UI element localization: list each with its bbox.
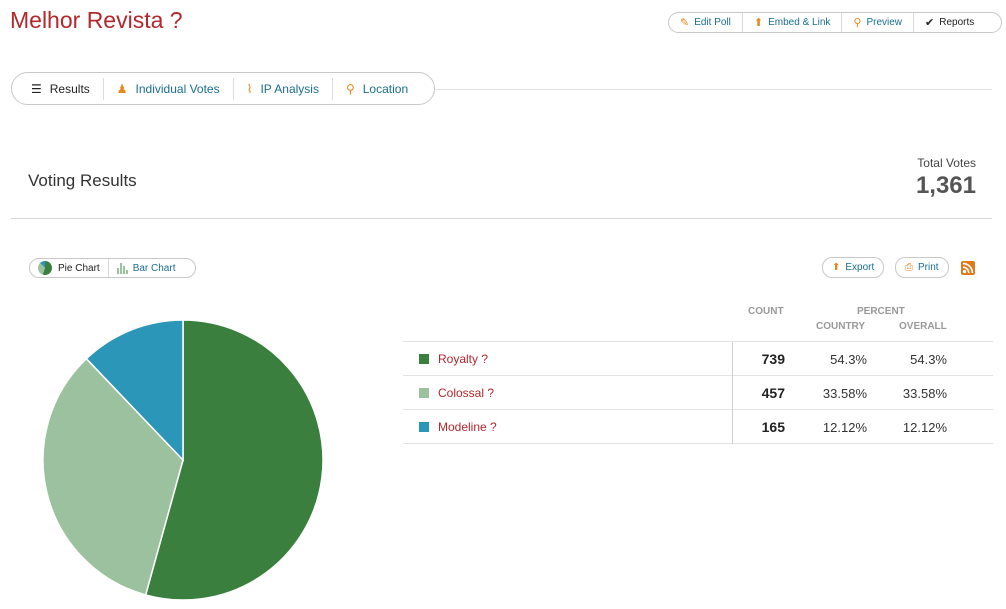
percent-column-header: PERCENT xyxy=(857,306,905,317)
chart-type-toggle: Pie Chart Bar Chart xyxy=(29,258,196,278)
answer-country-percent: 54.3% xyxy=(830,352,867,367)
answer-country-percent: 12.12% xyxy=(822,420,867,435)
table-row: Modeline ? 165 12.12% 12.12% xyxy=(403,410,993,444)
results-table: COUNT PERCENT COUNTRY OVERALL Royalty ? … xyxy=(403,300,993,444)
rss-feed-icon[interactable] xyxy=(961,261,975,275)
count-column-header: COUNT xyxy=(748,306,784,317)
tab-results[interactable]: ☰ Results xyxy=(18,77,104,100)
pie-chart-button[interactable]: Pie Chart xyxy=(30,259,109,277)
total-votes-value: 1,361 xyxy=(915,172,976,199)
tab-results-label: Results xyxy=(49,81,90,96)
section-title: Voting Results xyxy=(28,171,137,190)
embed-link-button[interactable]: ⬆ Embed & Link xyxy=(743,13,843,32)
tabs-divider xyxy=(432,89,992,90)
answer-overall-percent: 54.3% xyxy=(910,352,947,367)
print-label: Print xyxy=(918,262,939,273)
person-icon: ♟ xyxy=(116,81,128,96)
magnifier-icon: ⚲ xyxy=(853,17,862,29)
tab-individual-votes-label: Individual Votes xyxy=(135,81,220,96)
poll-title: Melhor Revista ? xyxy=(10,7,183,33)
printer-icon: ⎙ xyxy=(905,262,913,273)
results-pie-chart xyxy=(42,319,324,606)
export-button[interactable]: ⬆ Export xyxy=(822,257,885,278)
reports-button[interactable]: ✔ Reports xyxy=(914,13,985,32)
tab-location[interactable]: ⚲ Location xyxy=(333,78,421,100)
preview-button[interactable]: ⚲ Preview xyxy=(842,13,915,32)
legend-swatch xyxy=(419,422,429,432)
report-tabs: ☰ Results ♟ Individual Votes ⌇ IP Analys… xyxy=(11,72,435,105)
overall-column-header: OVERALL xyxy=(899,321,947,332)
tab-ip-analysis[interactable]: ⌇ IP Analysis xyxy=(234,77,333,100)
answer-overall-percent: 33.58% xyxy=(902,386,947,401)
tab-ip-analysis-label: IP Analysis xyxy=(260,81,319,96)
edit-poll-button[interactable]: ✎ Edit Poll xyxy=(669,13,743,32)
list-icon: ☰ xyxy=(31,81,42,96)
tab-location-label: Location xyxy=(362,81,409,96)
total-votes-label: Total Votes xyxy=(917,156,976,170)
answer-overall-percent: 12.12% xyxy=(902,420,947,435)
country-column-header: COUNTRY xyxy=(816,321,866,332)
bar-chart-label: Bar Chart xyxy=(132,262,176,274)
bar-chart-icon xyxy=(116,262,128,274)
bar-chart-button[interactable]: Bar Chart xyxy=(109,259,184,277)
answer-link[interactable]: Royalty ? xyxy=(438,352,488,366)
table-row: Colossal ? 457 33.58% 33.58% xyxy=(403,376,993,410)
line-chart-icon: ⌇ xyxy=(246,81,253,96)
poll-actions-bar: ✎ Edit Poll ⬆ Embed & Link ⚲ Preview ✔ R… xyxy=(668,12,1002,33)
map-pin-icon: ⚲ xyxy=(345,81,355,96)
pie-chart-svg xyxy=(42,319,324,601)
answer-count: 165 xyxy=(761,419,785,435)
print-button[interactable]: ⎙ Print xyxy=(895,257,949,278)
answer-link[interactable]: Colossal ? xyxy=(438,386,494,400)
pencil-icon: ✎ xyxy=(680,17,690,29)
checkmark-icon: ✔ xyxy=(925,17,935,29)
answer-count: 739 xyxy=(761,351,785,367)
embed-link-label: Embed & Link xyxy=(768,17,831,28)
answer-country-percent: 33.58% xyxy=(822,386,867,401)
answer-link[interactable]: Modeline ? xyxy=(438,420,497,434)
table-row: Royalty ? 739 54.3% 54.3% xyxy=(403,342,993,376)
reports-label: Reports xyxy=(939,17,975,28)
results-table-header: COUNT PERCENT COUNTRY OVERALL xyxy=(403,300,993,342)
export-label: Export xyxy=(845,262,875,273)
edit-poll-label: Edit Poll xyxy=(694,17,731,28)
answer-count: 457 xyxy=(761,385,785,401)
export-icon: ⬆ xyxy=(832,262,841,273)
preview-label: Preview xyxy=(866,17,903,28)
pie-chart-icon xyxy=(38,261,52,275)
legend-swatch xyxy=(419,388,429,398)
section-divider xyxy=(11,218,992,219)
arrow-up-icon: ⬆ xyxy=(753,17,764,29)
pie-chart-label: Pie Chart xyxy=(58,262,100,274)
tab-individual-votes[interactable]: ♟ Individual Votes xyxy=(104,77,234,100)
legend-swatch xyxy=(419,354,429,364)
count-column-divider xyxy=(732,342,733,444)
